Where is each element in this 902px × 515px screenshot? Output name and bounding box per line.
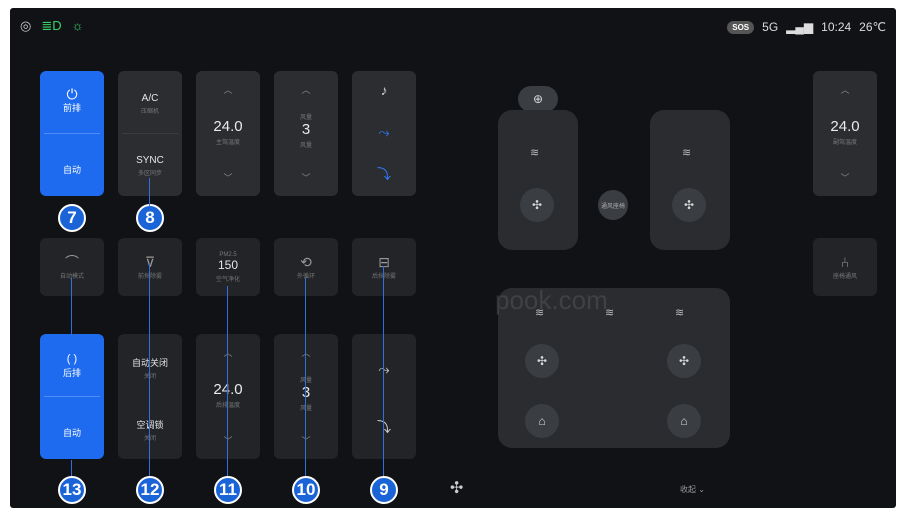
rear-power-icon[interactable]: ( )	[67, 352, 77, 366]
front-power-label: 前排	[62, 103, 81, 113]
front-temp-value: 24.0	[213, 117, 243, 135]
fog-light-icon: ◎	[20, 18, 32, 33]
marker-9: 9	[370, 476, 398, 504]
front-fan-top: 风量	[299, 115, 312, 121]
fan-down-icon[interactable]: ﹀	[301, 171, 310, 184]
recirculation-icon: ⟲	[300, 253, 312, 270]
marker-13: 13	[58, 476, 86, 504]
front-auto-button[interactable]: 自动	[63, 163, 81, 176]
front-temp-control: ︿ 24.0 主驾温度 ﹀	[196, 71, 260, 196]
power-icon[interactable]: ⏻	[66, 87, 77, 101]
signal-icon: ▂▄▆	[786, 20, 814, 34]
rear-vent-feet-icon[interactable]: ⤵	[377, 420, 391, 434]
seat-heat-icon[interactable]: ≋	[530, 146, 539, 159]
sync-sub: 多区同步	[137, 171, 162, 177]
rear-power-label: 后排	[62, 368, 81, 378]
ac-sub: 压缩机	[140, 109, 159, 115]
front-temp-sub: 主驾温度	[215, 139, 240, 146]
front-fan-control: ︿ 风量 3 风量 ﹀	[274, 71, 338, 196]
steering-heat-icon[interactable]: ⊕	[518, 86, 558, 112]
status-bar: ◎ ≣D ☼ SOS 5G ▂▄▆ 10:24 26℃	[10, 8, 896, 48]
seat-massage-icon[interactable]: ⌂	[667, 404, 701, 438]
divider	[44, 133, 100, 134]
clock: 10:24	[821, 20, 852, 34]
callout-line	[305, 278, 306, 480]
seat-fan-icon[interactable]: ✣	[520, 188, 554, 222]
fan-up-icon[interactable]: ︿	[301, 83, 310, 96]
seat-ventilation-button[interactable]: ⑃ 座椅通风	[813, 238, 877, 296]
passenger-temp-down-icon[interactable]: ﹀	[840, 171, 849, 184]
rear-zone-card: ( ) 后排 自动	[40, 334, 104, 459]
collapse-button[interactable]: 收起 ⌄	[680, 484, 705, 495]
front-defrost-button[interactable]: ⊽ 前挡除雾	[118, 238, 182, 296]
front-zone-card: ⏻ 前排 自动	[40, 71, 104, 196]
passenger-temp-value: 24.0	[830, 117, 860, 135]
seat-heat-icon[interactable]: ≋	[675, 306, 684, 319]
marker-7: 7	[58, 204, 86, 232]
vent-feet-icon[interactable]: ⤵	[377, 167, 391, 181]
seat-fan-icon[interactable]: ✣	[667, 344, 701, 378]
temp-down-icon[interactable]: ﹀	[223, 171, 232, 184]
passenger-temp-up-icon[interactable]: ︿	[840, 83, 849, 96]
callout-line	[227, 286, 228, 480]
temp-up-icon[interactable]: ︿	[223, 83, 232, 96]
front-fan-sub: 风量	[299, 143, 312, 149]
seat-massage-icon[interactable]: ⌂	[525, 404, 559, 438]
callout-line	[149, 263, 150, 480]
marker-11: 11	[214, 476, 242, 504]
seat-icon: ⑃	[840, 253, 850, 270]
sync-label: SYNC	[136, 155, 164, 166]
seat-fan-icon[interactable]: ✣	[672, 188, 706, 222]
callout-line	[383, 266, 384, 480]
divider	[122, 133, 178, 134]
divider	[44, 396, 100, 397]
outside-temp: 26℃	[859, 20, 886, 34]
parking-light-icon: ☼	[71, 18, 84, 33]
seat-ventilation-sub: 座椅通风	[832, 273, 857, 280]
passenger-temp-control: ︿ 24.0 副驾温度 ﹀	[813, 71, 877, 196]
callout-line	[71, 278, 72, 336]
ac-label: A/C	[141, 93, 159, 104]
watermark: pook.com	[495, 285, 608, 315]
front-defrost-icon: ⊽	[144, 253, 156, 270]
front-vent-modes: ♪ ⤳ ⤵	[352, 71, 416, 196]
passenger-temp-sub: 副驾温度	[832, 139, 857, 146]
front-right-seat	[650, 110, 730, 250]
rear-auto-button[interactable]: 自动	[63, 426, 81, 439]
auto-mode-button[interactable]: ⌒ 自动模式	[40, 238, 104, 296]
marker-10: 10	[292, 476, 320, 504]
pm25-value: 150	[217, 257, 239, 272]
seat-fan-icon[interactable]: ✣	[525, 344, 559, 378]
front-fan-value: 3	[301, 121, 311, 138]
rear-settings-card: 自动关闭 关闭 空调锁 关闭	[118, 334, 182, 459]
marker-12: 12	[136, 476, 164, 504]
rear-fan-value: 3	[301, 384, 311, 401]
seat-map: ⊕ ≋ ✣ ≋ ✣ 通风座椅 ≋ ≋ ≋ ✣ ✣ ⌂ ⌂	[480, 78, 755, 458]
headlight-icon: ≣D	[41, 18, 62, 33]
fan-icon[interactable]: ✣	[450, 478, 463, 498]
air-purifier-sub: 空气净化	[215, 276, 240, 283]
front-left-seat	[498, 110, 578, 250]
auto-icon: ⌒	[65, 253, 79, 270]
seat-heat-icon[interactable]: ≋	[682, 146, 691, 159]
infotainment-screen: ◎ ≣D ☼ SOS 5G ▂▄▆ 10:24 26℃ ⏻ 前排 自动 A/C …	[10, 8, 896, 508]
vent-face-icon[interactable]: ♪	[381, 83, 388, 97]
marker-8: 8	[136, 204, 164, 232]
vent-body-icon[interactable]: ⤳	[378, 125, 389, 139]
callout-line	[149, 178, 150, 206]
sos-badge[interactable]: SOS	[727, 20, 755, 34]
front-ac-card: A/C 压缩机 SYNC 多区同步	[118, 71, 182, 196]
ventilation-center-button[interactable]: 通风座椅	[598, 190, 628, 220]
rear-defrost-button[interactable]: ⊟ 后挡除雾	[352, 238, 416, 296]
rear-fan-control: ︿ 风量 3 风量 ﹀	[274, 334, 338, 459]
recirculation-button[interactable]: ⟲ 外循环	[274, 238, 338, 296]
air-purifier-button[interactable]: PM2.5 150 空气净化	[196, 238, 260, 296]
ac-button[interactable]: A/C 压缩机	[141, 93, 159, 115]
rear-vent-modes: ⤳ ⤵	[352, 334, 416, 459]
sync-button[interactable]: SYNC 多区同步	[136, 155, 164, 177]
rear-temp-control: ︿ 24.0 后排温度 ﹀	[196, 334, 260, 459]
network-indicator: 5G	[762, 20, 779, 34]
